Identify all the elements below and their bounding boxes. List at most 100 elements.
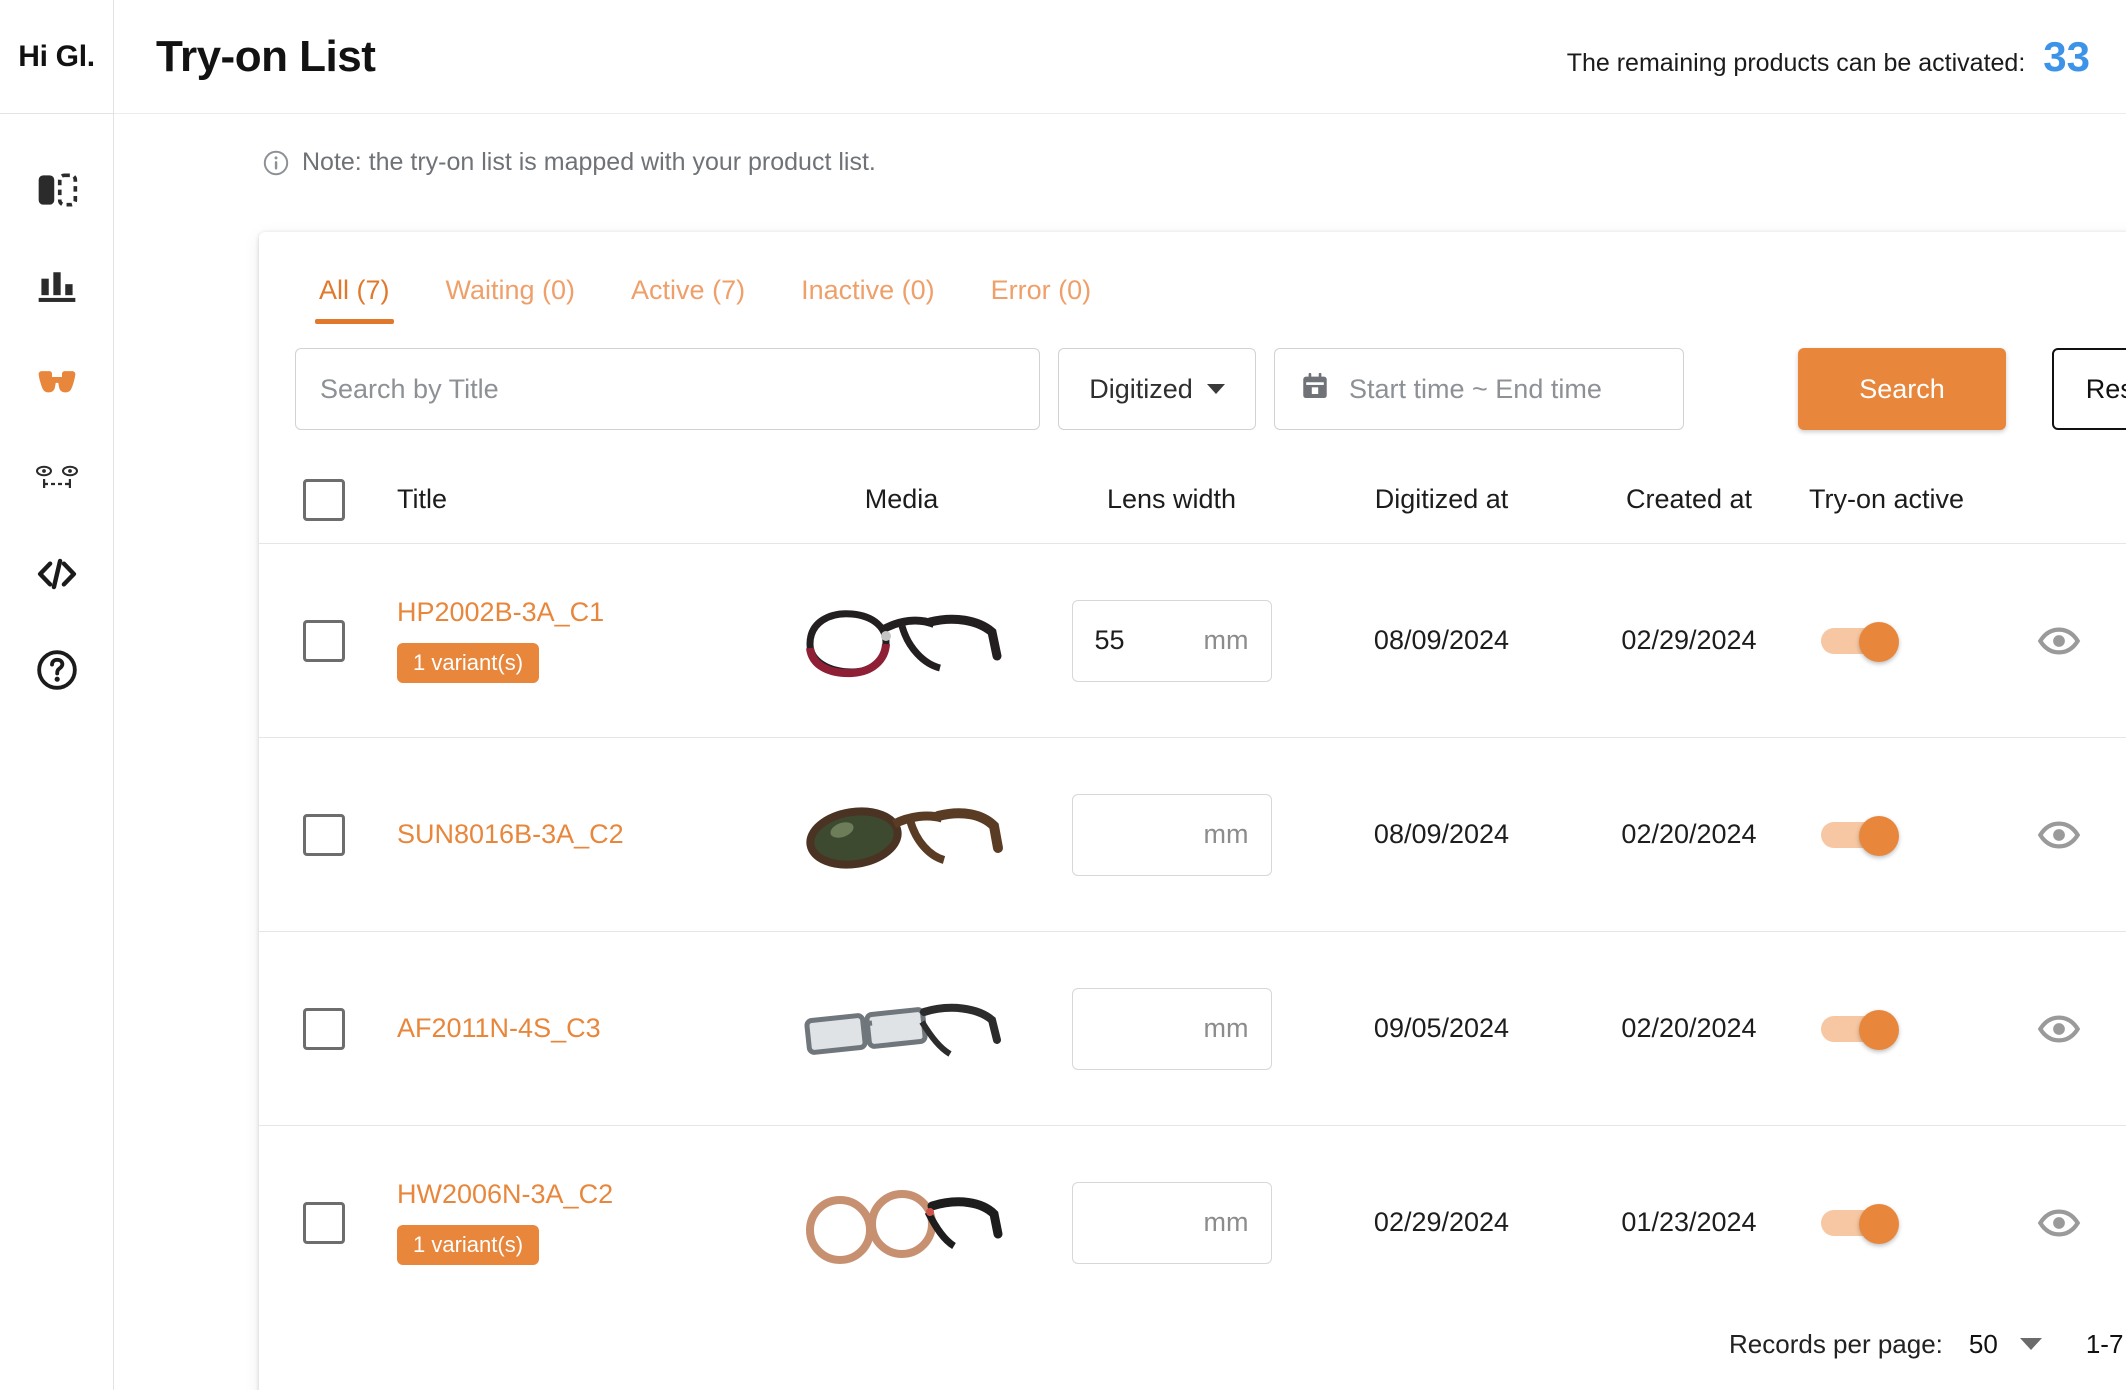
date-type-select[interactable]: Digitized xyxy=(1058,348,1256,430)
sidebar-nav xyxy=(0,114,113,718)
column-header-media: Media xyxy=(864,484,939,514)
records-per-page-value[interactable]: 50 xyxy=(1969,1329,1998,1360)
toggle-thumb xyxy=(1859,621,1899,662)
reset-button[interactable]: Reset xyxy=(2052,348,2126,430)
row-checkbox[interactable] xyxy=(303,1201,345,1244)
row-checkbox[interactable] xyxy=(303,813,345,856)
row-digitized-at: 02/29/2024 xyxy=(1373,1207,1510,1237)
row-variant-badge[interactable]: 1 variant(s) xyxy=(397,643,540,684)
sidebar: Hi Gl. xyxy=(0,0,114,1390)
row-tryon-toggle-cell xyxy=(1809,1009,1994,1050)
records-per-page-label: Records per page: xyxy=(1729,1328,1943,1359)
eyeglasses-tan-black-image xyxy=(779,1163,1024,1283)
eyeglasses-silver-rect-image xyxy=(779,969,1024,1089)
row-select-cell xyxy=(259,1007,389,1050)
row-title-link[interactable]: SUN8016B-3A_C2 xyxy=(397,819,774,850)
column-header-lens-width: Lens width xyxy=(1106,484,1237,514)
row-select-cell xyxy=(259,813,389,856)
row-digitized-at: 08/09/2024 xyxy=(1373,819,1510,849)
search-input[interactable] xyxy=(295,348,1040,430)
row-title-cell: HP2002B-3A_C1 1 variant(s) xyxy=(389,597,774,684)
toggle-thumb xyxy=(1859,1203,1899,1244)
table-pagination: Records per page: 50 1-7 of 7 xyxy=(259,1286,2126,1390)
row-lens-width-cell: mm xyxy=(1029,987,1314,1070)
column-header-created-at: Created at xyxy=(1625,484,1753,514)
row-created-at: 02/20/2024 xyxy=(1621,1013,1757,1043)
glasses-icon xyxy=(32,357,82,407)
row-tryon-toggle-cell xyxy=(1809,1203,1994,1244)
row-media-cell xyxy=(774,775,1029,895)
lens-width-unit: mm xyxy=(1203,1013,1249,1043)
tryon-list-card: All (7) Waiting (0) Active (7) Inactive … xyxy=(259,232,2126,1390)
column-header-digitized-at: Digitized at xyxy=(1374,484,1509,514)
chevron-down-icon[interactable] xyxy=(2019,1338,2042,1350)
row-title-cell: HW2006N-3A_C2 1 variant(s) xyxy=(389,1179,774,1266)
lens-width-input[interactable]: mm xyxy=(1071,793,1272,876)
status-tabs: All (7) Waiting (0) Active (7) Inactive … xyxy=(259,232,2126,324)
row-digitized-at: 09/05/2024 xyxy=(1373,1013,1510,1043)
sidebar-item-analytics[interactable] xyxy=(0,238,113,334)
code-icon xyxy=(34,551,80,597)
lens-width-input[interactable]: mm xyxy=(1071,987,1272,1070)
column-header-title: Title xyxy=(397,484,448,514)
preview-eye-icon[interactable] xyxy=(2037,1201,2081,1245)
note-text: Note: the try-on list is mapped with you… xyxy=(302,148,876,176)
date-range-picker[interactable]: Start time ~ End time xyxy=(1274,348,1684,430)
tab-active[interactable]: Active (7) xyxy=(603,275,773,324)
chevron-down-icon xyxy=(1206,384,1225,394)
sidebar-item-pupil-distance[interactable] xyxy=(0,430,113,526)
tab-inactive[interactable]: Inactive (0) xyxy=(773,275,963,324)
row-title-cell: SUN8016B-3A_C2 xyxy=(389,819,774,850)
tab-waiting[interactable]: Waiting (0) xyxy=(418,275,604,324)
tab-all[interactable]: All (7) xyxy=(291,275,418,324)
sidebar-item-help[interactable] xyxy=(0,622,113,718)
tryon-active-toggle[interactable] xyxy=(1821,621,1899,662)
remaining-products-count: 33 xyxy=(2043,32,2090,80)
preview-eye-icon[interactable] xyxy=(2037,813,2081,857)
remaining-products-label: The remaining products can be activated: xyxy=(1566,48,2026,77)
column-header-tryon-active: Try-on active xyxy=(1809,484,1965,514)
preview-eye-icon[interactable] xyxy=(2037,619,2081,663)
row-media-cell xyxy=(774,1163,1029,1283)
filter-bar: Digitized Start time ~ End time xyxy=(259,324,2126,456)
row-media-cell xyxy=(774,969,1029,1089)
preview-eye-icon[interactable] xyxy=(2037,1007,2081,1051)
row-title-link[interactable]: HW2006N-3A_C2 xyxy=(397,1179,774,1210)
table-row[interactable]: HW2006N-3A_C2 1 variant(s) mm 02/29/2024… xyxy=(259,1126,2126,1286)
select-all-checkbox[interactable] xyxy=(303,478,345,521)
toggle-thumb xyxy=(1859,815,1899,856)
sidebar-item-tryon[interactable] xyxy=(0,334,113,430)
table-row[interactable]: SUN8016B-3A_C2 mm 08/09/2024 02/20/2024 xyxy=(259,738,2126,932)
table-row[interactable]: HP2002B-3A_C1 1 variant(s) 55 mm 08/09/2… xyxy=(259,544,2126,738)
lens-width-input[interactable]: mm xyxy=(1071,1181,1272,1264)
pupil-distance-icon xyxy=(35,464,79,492)
info-icon xyxy=(262,149,290,177)
row-lens-width-cell: mm xyxy=(1029,793,1314,876)
row-created-at: 02/20/2024 xyxy=(1621,819,1757,849)
tryon-active-toggle[interactable] xyxy=(1821,815,1899,856)
bar-chart-icon xyxy=(35,264,79,308)
toggle-thumb xyxy=(1859,1009,1899,1050)
tab-error[interactable]: Error (0) xyxy=(963,275,1120,324)
row-checkbox[interactable] xyxy=(303,1007,345,1050)
date-type-select-value: Digitized xyxy=(1089,373,1193,404)
page-title: Try-on List xyxy=(156,31,376,81)
row-title-link[interactable]: HP2002B-3A_C1 xyxy=(397,597,774,628)
row-lens-width-cell: mm xyxy=(1029,1181,1314,1264)
row-checkbox[interactable] xyxy=(303,619,345,662)
main-content: Try-on List The remaining products can b… xyxy=(114,0,2126,1390)
topbar: Try-on List The remaining products can b… xyxy=(114,0,2126,114)
table-row[interactable]: AF2011N-4S_C3 mm 09/05/2024 02/20/2024 xyxy=(259,932,2126,1126)
brand-logo[interactable]: Hi Gl. xyxy=(0,0,113,114)
row-tryon-toggle-cell xyxy=(1809,621,1994,662)
tryon-table: Title Media Lens width Digitized at Crea… xyxy=(259,456,2126,1286)
row-variant-badge[interactable]: 1 variant(s) xyxy=(397,1225,540,1266)
sidebar-item-developer[interactable] xyxy=(0,526,113,622)
sidebar-item-dashboard[interactable] xyxy=(0,142,113,238)
app-root: Hi Gl. Try-on List The remaining product… xyxy=(0,0,2126,1390)
row-title-link[interactable]: AF2011N-4S_C3 xyxy=(397,1013,774,1044)
search-button[interactable]: Search xyxy=(1798,348,2006,430)
lens-width-input[interactable]: 55 mm xyxy=(1071,599,1272,682)
tryon-active-toggle[interactable] xyxy=(1821,1203,1899,1244)
tryon-active-toggle[interactable] xyxy=(1821,1009,1899,1050)
